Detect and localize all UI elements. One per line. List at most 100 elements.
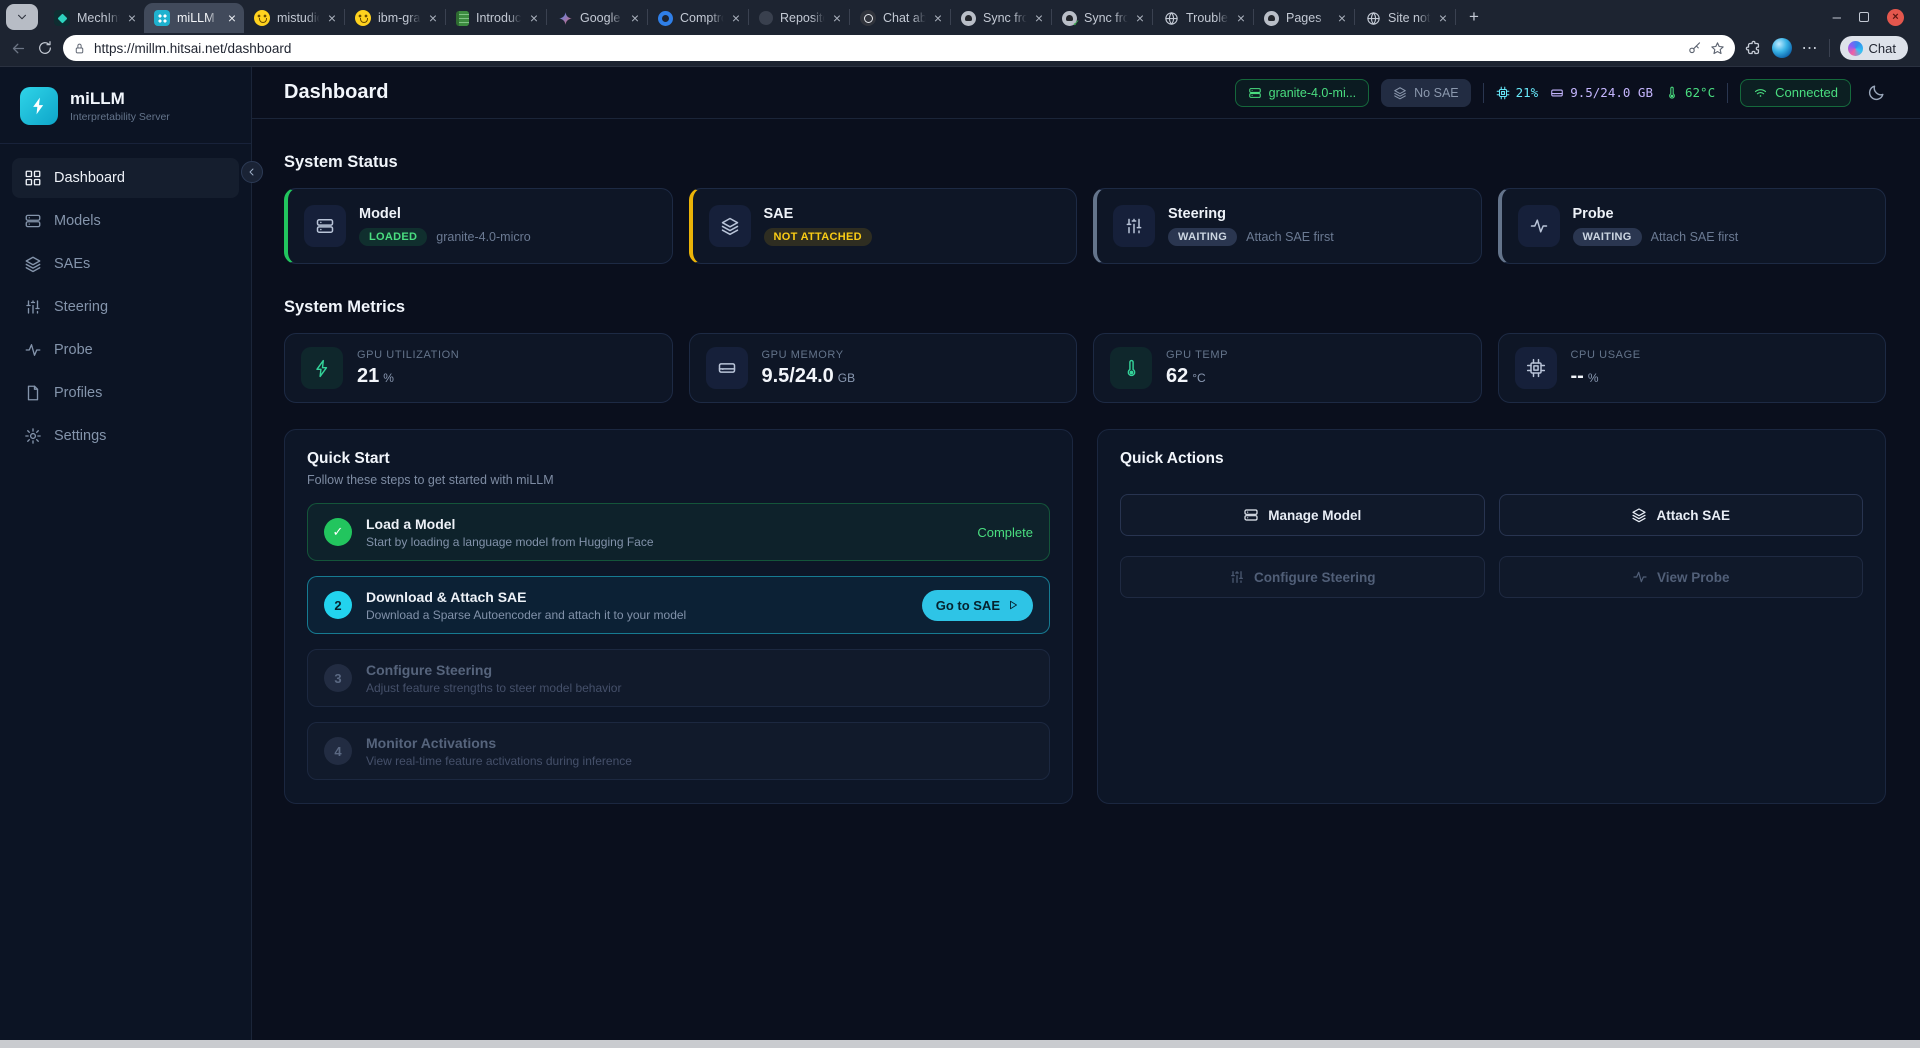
tab-sync-1[interactable]: Sync fro × xyxy=(951,3,1051,33)
tab-close-icon[interactable]: × xyxy=(228,11,236,25)
sidebar-item-profiles[interactable]: Profiles xyxy=(12,373,239,413)
step-title: Load a Model xyxy=(366,516,963,532)
tab-mistudio[interactable]: mistudio/ × xyxy=(244,3,344,33)
tab-ibm-granite[interactable]: ibm-grani × xyxy=(345,3,445,33)
close-window-button[interactable]: × xyxy=(1887,9,1904,26)
tab-pages[interactable]: Pages × xyxy=(1254,3,1354,33)
step-number: 2 xyxy=(324,591,352,619)
tab-close-icon[interactable]: × xyxy=(1338,11,1346,25)
sidebar-item-label: Profiles xyxy=(54,385,102,401)
dashboard-content: System Status Model LOADED granite-4.0-m… xyxy=(252,119,1920,804)
millm-app: miLLM Interpretability Server Dashboard … xyxy=(0,66,1920,1040)
bookmark-star-icon[interactable] xyxy=(1710,41,1725,56)
gpu-memory-stat: 9.5/24.0 GB xyxy=(1550,85,1653,100)
address-bar[interactable]: https://millm.hitsai.net/dashboard xyxy=(63,35,1735,61)
gpu-util-stat: 21% xyxy=(1496,85,1539,100)
configure-steering-button[interactable]: Configure Steering xyxy=(1120,556,1485,598)
tab-google-gemini[interactable]: Google Ge × xyxy=(547,3,647,33)
sidebar-item-label: Steering xyxy=(54,299,108,315)
copilot-chat-button[interactable]: Chat xyxy=(1840,36,1908,60)
button-label: View Probe xyxy=(1657,570,1730,585)
tab-list-button[interactable] xyxy=(6,4,38,30)
extensions-puzzle-icon[interactable] xyxy=(1745,40,1762,57)
browser-menu-icon[interactable]: ⋯ xyxy=(1802,38,1819,58)
sliders-icon xyxy=(1113,205,1155,247)
tab-close-icon[interactable]: × xyxy=(1136,11,1144,25)
quick-start-subtitle: Follow these steps to get started with m… xyxy=(307,473,1050,487)
tab-close-icon[interactable]: × xyxy=(934,11,942,25)
button-label: Manage Model xyxy=(1268,508,1361,523)
step-download-attach-sae[interactable]: 2 Download & Attach SAE Download a Spars… xyxy=(307,576,1050,634)
tab-repository[interactable]: Repositor × xyxy=(749,3,849,33)
system-metrics-row: GPU UTILIZATION 21% GPU MEMORY 9.5/24.0G… xyxy=(284,333,1886,403)
step-load-model[interactable]: ✓ Load a Model Start by loading a langua… xyxy=(307,503,1050,561)
tab-close-icon[interactable]: × xyxy=(328,11,336,25)
tab-close-icon[interactable]: × xyxy=(833,11,841,25)
quick-start-steps: ✓ Load a Model Start by loading a langua… xyxy=(307,503,1050,780)
gemini-favicon xyxy=(557,10,573,26)
layers-icon xyxy=(1631,507,1647,523)
maximize-button[interactable] xyxy=(1859,12,1869,22)
metric-label: CPU USAGE xyxy=(1571,349,1641,361)
tab-comptroller[interactable]: Comptrol × xyxy=(648,3,748,33)
sidebar-item-steering[interactable]: Steering xyxy=(12,287,239,327)
go-to-sae-button[interactable]: Go to SAE xyxy=(922,590,1033,621)
step-description: View real-time feature activations durin… xyxy=(366,754,1033,768)
sidebar-collapse-button[interactable] xyxy=(241,161,263,183)
os-panel-edge xyxy=(0,1040,1920,1048)
tab-close-icon[interactable]: × xyxy=(1237,11,1245,25)
tab-chatgpt[interactable]: Chat abou × xyxy=(850,3,950,33)
back-icon[interactable] xyxy=(10,40,27,57)
tab-close-icon[interactable]: × xyxy=(631,11,639,25)
tab-close-icon[interactable]: × xyxy=(530,11,538,25)
tab-title: Sync from xyxy=(1084,11,1129,25)
manage-model-button[interactable]: Manage Model xyxy=(1120,494,1485,536)
tab-close-icon[interactable]: × xyxy=(1035,11,1043,25)
step-configure-steering: 3 Configure Steering Adjust feature stre… xyxy=(307,649,1050,707)
tab-title: Introducti xyxy=(476,11,523,25)
globe-favicon xyxy=(1163,10,1179,26)
tab-site-not-found[interactable]: Site not f × xyxy=(1355,3,1455,33)
status-card-title: Model xyxy=(359,206,531,222)
tab-close-icon[interactable]: × xyxy=(1439,11,1447,25)
loaded-model-badge[interactable]: granite-4.0-mi... xyxy=(1235,79,1370,107)
system-status-heading: System Status xyxy=(284,153,1886,172)
status-badge: WAITING xyxy=(1573,228,1642,246)
sidebar-item-saes[interactable]: SAEs xyxy=(12,244,239,284)
tab-sync-2[interactable]: Sync from × xyxy=(1052,3,1152,33)
divider xyxy=(1727,83,1728,103)
tab-introduction[interactable]: Introducti × xyxy=(446,3,546,33)
layers-icon xyxy=(1393,86,1407,100)
attach-sae-button[interactable]: Attach SAE xyxy=(1499,494,1864,536)
sidebar-item-dashboard[interactable]: Dashboard xyxy=(12,158,239,198)
tab-millm-active[interactable]: miLLM × xyxy=(144,3,244,33)
moon-theme-icon[interactable] xyxy=(1867,83,1886,102)
gpu-util-value: 21% xyxy=(1516,85,1539,100)
tab-troubleshoot[interactable]: Troublesh × xyxy=(1153,3,1253,33)
sidebar-item-probe[interactable]: Probe xyxy=(12,330,239,370)
profile-avatar[interactable] xyxy=(1772,38,1792,58)
copilot-icon xyxy=(1848,41,1863,56)
new-tab-button[interactable]: + xyxy=(1460,4,1488,30)
step-title: Download & Attach SAE xyxy=(366,589,908,605)
sidebar-item-settings[interactable]: Settings xyxy=(12,416,239,456)
password-key-icon[interactable] xyxy=(1687,41,1702,56)
tab-close-icon[interactable]: × xyxy=(429,11,437,25)
metric-unit: % xyxy=(383,371,394,385)
no-sae-badge[interactable]: No SAE xyxy=(1381,79,1470,107)
step-number: 3 xyxy=(324,664,352,692)
sidebar-item-label: Dashboard xyxy=(54,170,125,186)
minimize-button[interactable]: – xyxy=(1833,10,1841,25)
view-probe-button[interactable]: View Probe xyxy=(1499,556,1864,598)
tab-close-icon[interactable]: × xyxy=(732,11,740,25)
system-metrics-heading: System Metrics xyxy=(284,298,1886,317)
reload-icon[interactable] xyxy=(37,40,53,56)
no-sae-label: No SAE xyxy=(1414,86,1458,100)
bolt-icon xyxy=(301,347,343,389)
tab-close-icon[interactable]: × xyxy=(128,11,136,25)
millm-logo-icon xyxy=(20,87,58,125)
step-description: Download a Sparse Autoencoder and attach… xyxy=(366,608,908,622)
tab-separator xyxy=(1455,9,1456,25)
tab-mechinterp[interactable]: MechInter × xyxy=(44,3,144,33)
sidebar-item-models[interactable]: Models xyxy=(12,201,239,241)
